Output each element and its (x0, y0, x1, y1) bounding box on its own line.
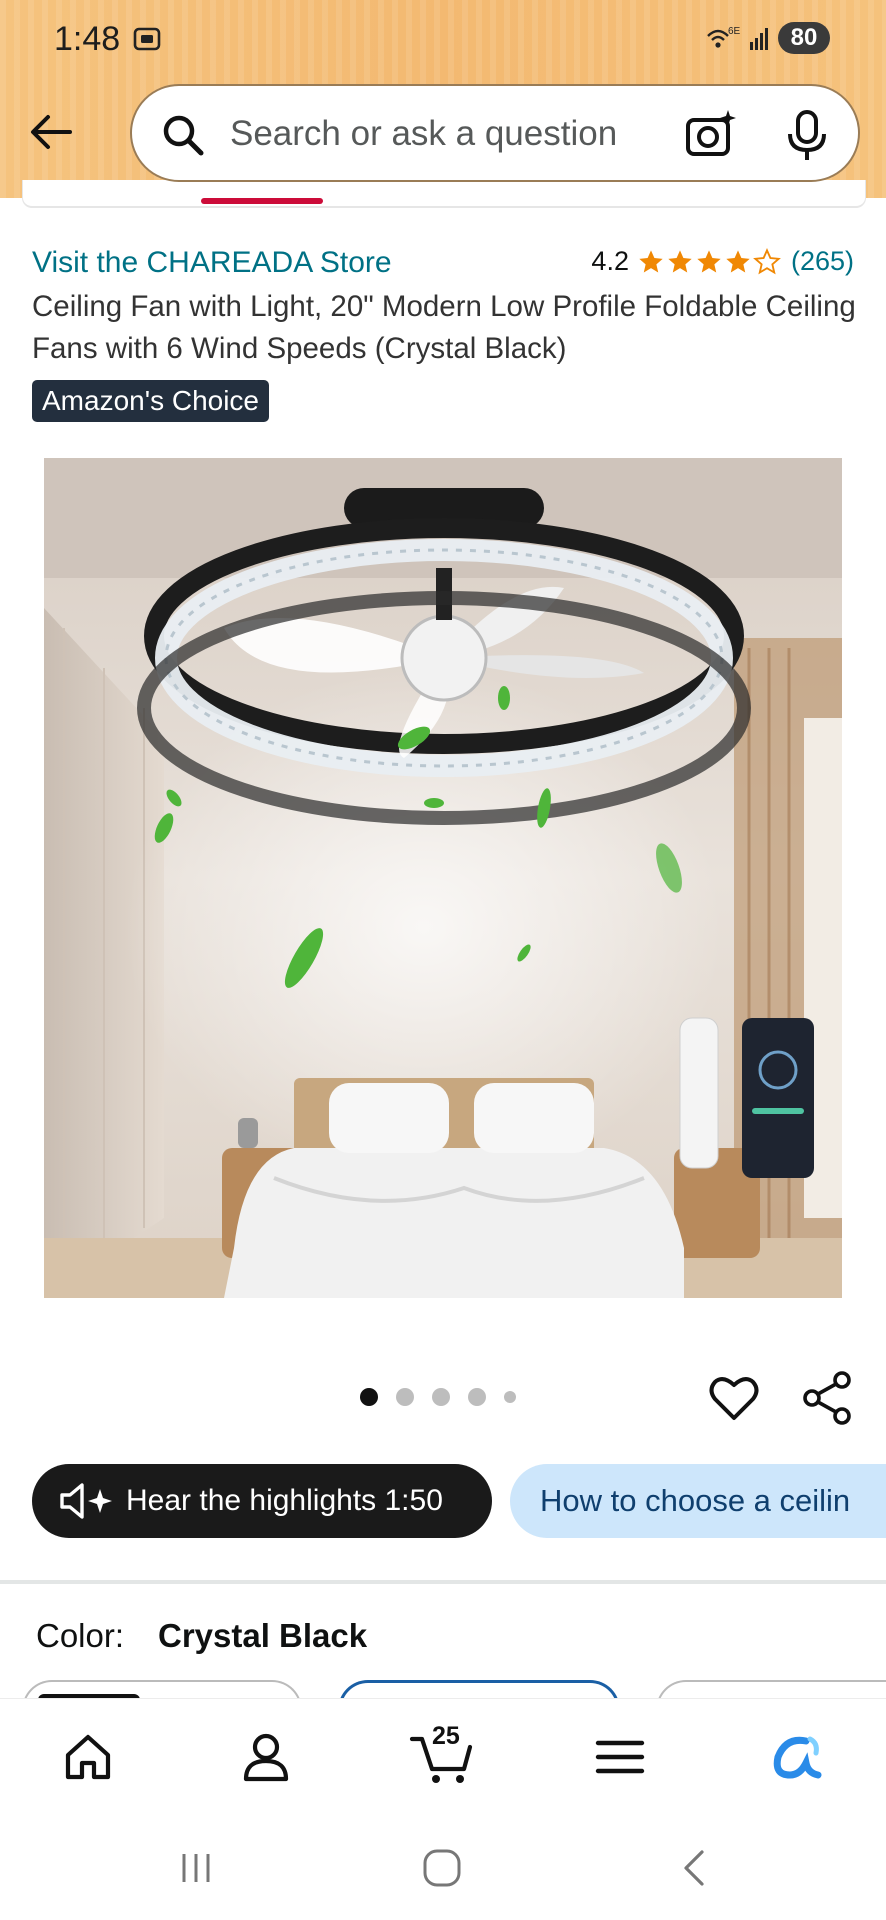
carousel-dot[interactable] (432, 1388, 450, 1406)
image-carousel-dots[interactable] (360, 1388, 516, 1406)
back-arrow-icon[interactable] (24, 104, 80, 160)
share-icon[interactable] (800, 1370, 854, 1426)
heart-icon[interactable] (708, 1372, 760, 1424)
camera-search-icon[interactable] (684, 108, 738, 162)
hear-highlights-label: Hear the highlights 1:50 (126, 1484, 443, 1517)
home-button-icon[interactable] (422, 1848, 462, 1888)
product-title: Ceiling Fan with Light, 20" Modern Low P… (32, 290, 856, 365)
star-rating (637, 247, 781, 276)
signal-icon: 6E (707, 26, 768, 50)
rating-summary[interactable]: 4.2 (265) (591, 246, 854, 277)
account-icon[interactable] (236, 1727, 296, 1787)
recent-apps-icon[interactable] (176, 1848, 216, 1888)
star-full-icon (697, 249, 721, 272)
cart-count-badge: 25 (432, 1722, 460, 1750)
color-label: Color: (36, 1617, 125, 1654)
color-value: Crystal Black (158, 1617, 368, 1654)
review-count: (265) (790, 246, 854, 276)
speaker-sparkle-icon (60, 1483, 112, 1519)
carousel-dot[interactable] (468, 1388, 486, 1406)
search-bar[interactable]: Search or ask a question (130, 84, 860, 182)
search-icon (163, 115, 204, 156)
search-input[interactable]: Search or ask a question (230, 114, 617, 154)
star-full-icon (639, 249, 663, 272)
network-label: 6E (728, 26, 741, 37)
deal-badge-edge (201, 198, 323, 204)
carousel-dot[interactable] (504, 1391, 516, 1403)
carousel-dot[interactable] (396, 1388, 414, 1406)
product-image[interactable] (44, 458, 842, 1298)
how-to-choose-chip[interactable]: How to choose a ceilin (510, 1464, 886, 1538)
home-icon[interactable] (58, 1727, 118, 1787)
screenshot-icon (133, 27, 161, 51)
hear-highlights-button[interactable]: Hear the highlights 1:50 (32, 1464, 492, 1538)
microphone-icon[interactable] (784, 108, 830, 162)
star-full-icon (726, 249, 750, 272)
status-bar: 1:48 6E 80 (0, 0, 886, 80)
rating-value: 4.2 (591, 246, 629, 276)
rufus-icon[interactable] (766, 1727, 826, 1787)
star-empty-icon (753, 247, 781, 274)
status-time: 1:48 (54, 20, 121, 58)
system-nav-bar (0, 1818, 886, 1920)
media-strip-edge (22, 180, 866, 208)
system-back-icon[interactable] (676, 1848, 716, 1888)
section-divider (0, 1580, 886, 1584)
carousel-dot-active[interactable] (360, 1388, 378, 1406)
store-link[interactable]: Visit the CHAREADA Store (32, 246, 392, 280)
amazons-choice-badge[interactable]: Amazon's Choice (32, 380, 269, 422)
battery-indicator: 80 (778, 22, 830, 54)
bottom-nav (0, 1698, 886, 1819)
star-full-icon (668, 249, 692, 272)
menu-icon[interactable] (590, 1727, 650, 1787)
